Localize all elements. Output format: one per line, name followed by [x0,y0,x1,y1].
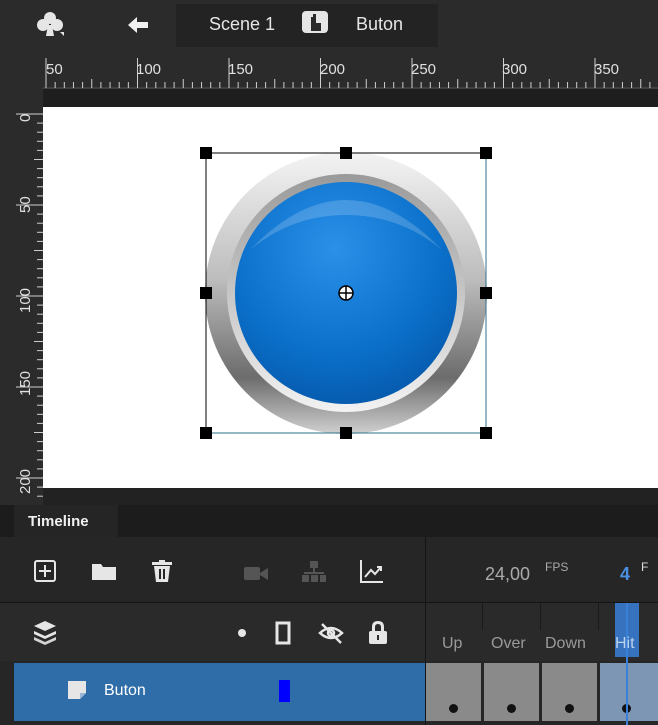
handle-top [340,147,352,159]
camera-icon[interactable] [244,567,268,580]
keyframe-dot [507,704,516,713]
frame-cell-over[interactable] [484,663,539,721]
frame-suffix: F [641,560,649,574]
handle-right [480,287,492,299]
frame-label-hit[interactable]: Hit [615,635,635,653]
frame-divider [482,603,483,630]
timeline-toolbar [34,560,383,583]
add-layer-icon[interactable] [34,560,56,582]
hruler-label-200: 200 [320,61,345,78]
registration-point-icon[interactable] [338,285,354,301]
graph-icon[interactable] [360,560,383,583]
vruler-label-100: 100 [17,288,34,313]
frame-label-down[interactable]: Down [545,635,586,653]
playhead[interactable] [626,603,628,725]
vruler-label-0: 0 [17,114,34,122]
layer-type-icon [68,681,86,699]
dot-icon[interactable] [238,629,246,637]
handle-top-right [480,147,492,159]
hruler-label-350: 350 [594,61,619,78]
vertical-ruler-labels: 0 50 100 150 200 [17,114,34,494]
handle-bottom-left [200,427,212,439]
visibility-off-icon[interactable] [318,623,344,644]
lock-icon[interactable] [369,621,387,644]
frame-divider [540,603,541,630]
tab-timeline-label: Timeline [28,513,89,530]
handle-left [200,287,212,299]
frame-cell-hit[interactable] [600,663,658,721]
keyframe-dot [565,704,574,713]
vruler-label-50: 50 [17,196,34,213]
frame-cell-up[interactable] [426,663,481,721]
hruler-label-50: 50 [46,61,63,78]
hruler-label-300: 300 [502,61,527,78]
handle-bottom [340,427,352,439]
frame-label-up[interactable]: Up [442,635,462,653]
layers-header-icons [34,621,387,645]
layer-name[interactable]: Buton [104,682,146,700]
outline-icon[interactable] [275,621,291,645]
layers-icon[interactable] [34,621,56,645]
layer-outline-color[interactable] [279,680,290,702]
handle-bottom-right [480,427,492,439]
fps-value[interactable]: 24,00 [485,564,530,585]
handle-top-left [200,147,212,159]
hruler-label-250: 250 [411,61,436,78]
current-frame-number[interactable]: 4 [620,564,630,585]
vruler-label-200: 200 [17,469,34,494]
folder-icon[interactable] [92,564,116,580]
hruler-label-100: 100 [136,61,161,78]
fps-label: FPS [545,560,569,574]
vruler-label-150: 150 [17,371,34,396]
frame-label-over[interactable]: Over [491,635,526,653]
hierarchy-icon[interactable] [302,561,326,582]
trash-icon[interactable] [152,560,172,582]
stage-canvas: 50 100 150 200 250 300 350 0 50 100 150 … [16,58,658,497]
frame-divider [598,603,599,630]
horizontal-ruler-labels: 50 100 150 200 250 300 350 [46,61,619,78]
keyframe-dot [449,704,458,713]
frame-cell-down[interactable] [542,663,597,721]
hruler-label-150: 150 [228,61,253,78]
